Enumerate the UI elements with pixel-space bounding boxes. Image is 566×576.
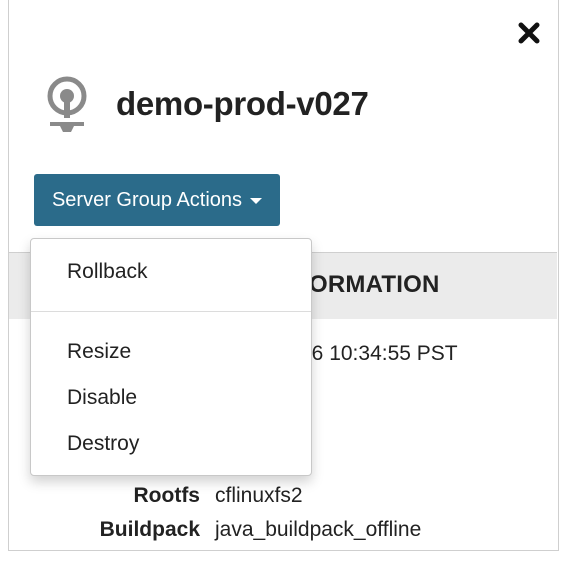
page-title: demo-prod-v027 (116, 85, 369, 122)
detail-value: cflinuxfs2 (215, 484, 303, 507)
created-value: 16 10:34:55 PST (300, 342, 458, 365)
menu-divider (31, 311, 311, 312)
detail-key: Buildpack (99, 518, 200, 541)
detail-row-buildpack: Buildpack java_buildpack_offline (0, 518, 566, 548)
section-title: ORMATION (309, 271, 440, 298)
server-group-actions-button[interactable]: Server Group Actions (34, 174, 280, 226)
chevron-down-icon (250, 198, 263, 204)
detail-key: Rootfs (133, 484, 201, 507)
menu-item-destroy[interactable]: Destroy (31, 425, 311, 463)
close-icon (518, 22, 540, 44)
detail-value: java_buildpack_offline (215, 518, 422, 541)
close-button[interactable] (516, 20, 542, 46)
menu-item-rollback[interactable]: Rollback (31, 253, 311, 291)
server-group-icon (47, 76, 87, 132)
menu-item-resize[interactable]: Resize (31, 333, 311, 371)
detail-row-rootfs: Rootfs cflinuxfs2 (0, 484, 566, 514)
server-group-actions-label: Server Group Actions (51, 188, 243, 211)
menu-item-disable[interactable]: Disable (31, 379, 311, 417)
server-group-actions-menu: Rollback Resize Disable Destroy (30, 238, 312, 476)
